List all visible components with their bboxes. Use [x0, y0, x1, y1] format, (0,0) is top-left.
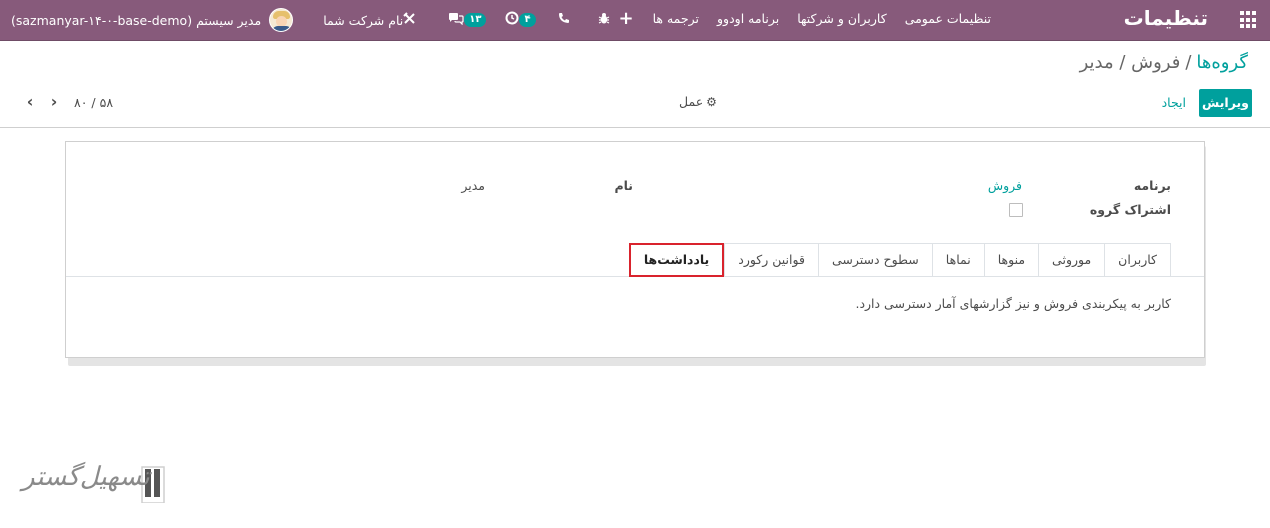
tab-notes[interactable]: یادداشت‌ها [628, 243, 725, 277]
activity-count-badge: ۴ [519, 13, 536, 27]
company-name: نام شرکت شما [323, 12, 404, 28]
tab-inherited[interactable]: موروثی [1038, 243, 1106, 277]
notebook-tabs: کاربران موروثی منوها نماها سطوح دسترسی ق… [628, 243, 1171, 277]
chat-count-badge: ۱۳ [464, 13, 487, 27]
name-value: مدیر [461, 178, 485, 193]
gear-icon: ⚙ [706, 95, 717, 109]
control-panel-divider [0, 127, 1270, 128]
user-database-label[interactable]: (sazmanyar-۱۴-۰-base-demo) [0, 13, 192, 28]
bug-icon [598, 12, 610, 29]
breadcrumb-groups-link[interactable]: گروه‌ها [1196, 52, 1248, 73]
application-value[interactable]: فروش [988, 178, 1022, 193]
tab-menus[interactable]: منوها [983, 243, 1040, 277]
plus-icon[interactable]: + [609, 0, 644, 40]
chat-button[interactable]: ۱۳ [448, 12, 487, 29]
company-switch-icon [403, 11, 416, 29]
pager: ‹ › ۵۸ / ۸۰ [18, 91, 121, 113]
name-label: نام [614, 178, 633, 193]
menu-translations[interactable]: ترجمه ها [644, 0, 708, 40]
notes-text: کاربر به پیکربندی فروش و نیز گزارشهای آم… [855, 296, 1171, 311]
pager-value[interactable]: ۵۸ / ۸۰ [66, 95, 121, 110]
top-menu: تنظیمات عمومی کاربران و شرکتها برنامه او… [609, 0, 1000, 40]
tab-users[interactable]: کاربران [1104, 243, 1171, 277]
debug-button[interactable] [598, 12, 610, 29]
share-group-label: اشتراک گروه [1089, 202, 1171, 217]
breadcrumb-separator: / [1185, 52, 1192, 73]
menu-general-settings[interactable]: تنظیمات عمومی [896, 0, 1000, 40]
apps-grid-icon[interactable] [1238, 11, 1256, 29]
create-button[interactable]: ایجاد [1162, 89, 1186, 117]
main-navbar: تنظیمات تنظیمات عمومی کاربران و شرکتها ب… [0, 0, 1270, 41]
tab-access-rights[interactable]: سطوح دسترسی [817, 243, 933, 277]
company-switcher[interactable]: نام شرکت شما [323, 11, 422, 29]
systray: (sazmanyar-۱۴-۰-base-demo) مدیر سیستم نا… [0, 0, 610, 40]
edit-button[interactable]: ویرایش [1199, 89, 1252, 117]
application-label: برنامه [1133, 178, 1171, 193]
breadcrumb-current: فروش / مدیر [1079, 52, 1181, 73]
menu-users-companies[interactable]: کاربران و شرکتها [788, 0, 895, 40]
action-label: عمل [679, 94, 704, 109]
avatar[interactable] [269, 8, 294, 32]
activity-button[interactable]: ۴ [505, 11, 536, 29]
share-group-checkbox[interactable] [1009, 203, 1023, 217]
tab-record-rules[interactable]: قوانین رکورد [724, 243, 819, 277]
phone-button[interactable] [558, 12, 570, 28]
chevron-left-icon[interactable]: ‹ [18, 91, 42, 113]
clock-icon [505, 11, 519, 29]
form-sheet: برنامه فروش اشتراک گروه نام مدیر کاربران… [65, 141, 1205, 358]
app-title[interactable]: تنظیمات [1124, 6, 1208, 30]
phone-icon [558, 12, 570, 28]
tab-views[interactable]: نماها [931, 243, 985, 277]
watermark-logo: تسهیل‌گستر [22, 460, 172, 505]
user-name[interactable]: مدیر سیستم [192, 13, 265, 28]
chat-icon [448, 12, 464, 29]
menu-odoo-apps[interactable]: برنامه اودوو [708, 0, 788, 40]
chevron-right-icon[interactable]: › [42, 91, 66, 113]
watermark-text: تسهیل‌گستر [22, 462, 150, 492]
action-dropdown[interactable]: ⚙عمل [679, 94, 717, 109]
breadcrumb: گروه‌ها/فروش / مدیر [1080, 52, 1248, 73]
